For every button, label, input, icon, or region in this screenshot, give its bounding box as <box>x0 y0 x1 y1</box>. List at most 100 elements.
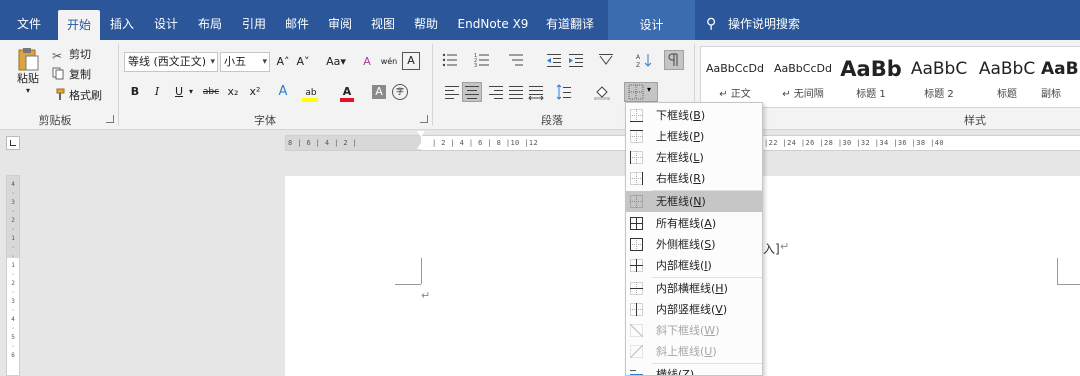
ruler-row: 8 | 6 | 4 | 2 | | 2 | 4 | 6 | 8 |10 |12 … <box>0 131 1080 155</box>
style-normal[interactable]: AaBbCcDd ↵ 正文 <box>701 47 769 109</box>
character-border-button[interactable]: A <box>402 52 420 70</box>
align-left-icon <box>445 86 459 99</box>
group-label-clipboard: 剪贴板 <box>38 114 72 127</box>
style-sample: AaBbC <box>910 59 968 79</box>
menu-item-tail: ) <box>699 151 704 164</box>
strikethrough-button[interactable]: abc <box>200 82 222 102</box>
tab-mailings[interactable]: 邮件 <box>279 8 315 40</box>
superscript-button[interactable]: x² <box>246 82 264 102</box>
borders-icon <box>628 84 644 100</box>
menu-item-right-border[interactable]: 右框线(R) <box>626 168 762 189</box>
sort-button[interactable]: AZ <box>636 52 652 69</box>
style-title[interactable]: AaBbC 标题 <box>973 47 1041 109</box>
inside-horizontal-border-icon <box>630 282 643 295</box>
align-left-button[interactable] <box>444 84 460 100</box>
shrink-font-button[interactable]: A˅ <box>294 52 312 72</box>
style-heading-1[interactable]: AaBb 标题 1 <box>837 47 905 109</box>
copy-button[interactable]: 复制 <box>52 66 91 84</box>
change-case-button[interactable]: Aa▾ <box>322 52 350 72</box>
pilcrow-icon <box>668 53 678 66</box>
tab-layout[interactable]: 布局 <box>192 8 228 40</box>
show-formatting-marks-button[interactable] <box>664 50 684 70</box>
tab-help[interactable]: 帮助 <box>408 8 444 40</box>
menu-item-all-borders[interactable]: 所有框线(A) <box>626 213 762 234</box>
style-subtitle[interactable]: AaB 副标 <box>1041 47 1080 109</box>
chevron-down-icon[interactable]: ▾ <box>186 82 196 102</box>
menu-item-text: 内部框线( <box>656 259 705 272</box>
menu-item-inside-horizontal-border[interactable]: 内部横框线(H) <box>626 278 762 299</box>
no-border-icon <box>630 195 643 208</box>
character-shading-button[interactable]: A <box>372 85 386 99</box>
style-name: 副标 <box>1041 89 1061 100</box>
vertical-ruler[interactable]: 4 · 3 · 2 · 1 · · 1 · 2 · 3 · 4 · 5 · 6 <box>6 175 20 376</box>
menu-item-inside-vertical-border[interactable]: 内部竖框线(V) <box>626 299 762 320</box>
paste-button[interactable]: 粘贴 ▾ <box>12 46 44 102</box>
tab-references[interactable]: 引用 <box>236 8 272 40</box>
font-color-button[interactable]: A <box>338 82 356 102</box>
dialog-launcher-icon[interactable] <box>420 115 428 123</box>
tab-selector[interactable] <box>6 136 20 150</box>
tab-design[interactable]: 设计 <box>148 8 184 40</box>
phonetic-guide-button[interactable]: wén <box>380 52 398 72</box>
align-right-button[interactable] <box>488 84 504 100</box>
menu-item-no-border[interactable]: 无框线(N) <box>626 191 762 212</box>
grow-font-button[interactable]: A˄ <box>274 52 292 72</box>
ruler-numbers-left: 8 | 6 | 4 | 2 | <box>288 139 358 147</box>
change-case-label: Aa <box>326 55 341 68</box>
tab-review[interactable]: 审阅 <box>322 8 358 40</box>
menu-item-outside-borders[interactable]: 外侧框线(S) <box>626 234 762 255</box>
style-sample: AaBb <box>840 57 902 81</box>
font-name-combo[interactable]: 等线 (西文正文) ▾ <box>124 52 218 72</box>
bullets-button[interactable] <box>442 52 458 68</box>
bold-button[interactable]: B <box>126 82 144 102</box>
enclose-characters-button[interactable]: 字 <box>392 84 408 100</box>
increase-indent-button[interactable] <box>568 52 584 68</box>
dialog-launcher-icon[interactable] <box>106 115 114 123</box>
align-center-button[interactable] <box>462 82 482 102</box>
tab-file[interactable]: 文件 <box>8 8 50 40</box>
line-spacing-button[interactable] <box>556 84 572 100</box>
tell-me-search[interactable]: ⚲ 操作说明搜索 <box>706 8 800 40</box>
cut-button[interactable]: ✂ 剪切 <box>52 46 91 64</box>
asian-layout-icon <box>599 54 613 65</box>
tab-insert[interactable]: 插入 <box>104 8 140 40</box>
menu-item-left-border[interactable]: 左框线(L) <box>626 147 762 168</box>
highlight-button[interactable]: ab <box>300 82 322 102</box>
menu-item-accel: W <box>704 324 716 337</box>
menu-item-label: 斜下框线(W) <box>656 320 719 341</box>
tab-view[interactable]: 视图 <box>365 8 401 40</box>
menu-item-horizontal-line[interactable]: 横线(Z) <box>626 364 762 375</box>
tab-endnote[interactable]: EndNote X9 <box>453 8 533 40</box>
menu-item-label: 所有框线(A) <box>656 213 716 234</box>
menu-item-inside-borders[interactable]: 内部框线(I) <box>626 255 762 276</box>
tab-youdao[interactable]: 有道翻译 <box>540 8 600 40</box>
tab-home[interactable]: 开始 <box>58 10 100 40</box>
tab-table-design[interactable]: 设计 <box>608 0 695 40</box>
menu-item-text: 外侧框线( <box>656 238 705 251</box>
style-heading-2[interactable]: AaBbC 标题 2 <box>905 47 973 109</box>
align-center-icon <box>465 86 479 99</box>
justify-button[interactable] <box>508 84 524 100</box>
menu-item-top-border[interactable]: 上框线(P) <box>626 126 762 147</box>
first-line-indent-marker[interactable] <box>417 131 425 137</box>
hanging-indent-marker[interactable] <box>417 143 425 149</box>
multilevel-list-button[interactable] <box>508 52 524 68</box>
menu-item-tail: ) <box>723 282 728 295</box>
chevron-down-icon: ▾ <box>262 57 267 67</box>
decrease-indent-button[interactable] <box>546 52 562 68</box>
clear-formatting-button[interactable]: A <box>358 52 376 72</box>
borders-button[interactable]: ▾ <box>624 82 658 102</box>
asian-layout-button[interactable] <box>598 52 614 68</box>
subscript-button[interactable]: x₂ <box>224 82 242 102</box>
font-size-combo[interactable]: 小五 ▾ <box>220 52 270 72</box>
font-color-swatch <box>340 98 354 102</box>
format-painter-button[interactable]: 格式刷 <box>52 87 102 105</box>
distributed-button[interactable] <box>528 84 544 101</box>
font-color-label: A <box>342 85 352 98</box>
text-effects-button[interactable]: A <box>274 82 292 102</box>
menu-item-bottom-border[interactable]: 下框线(B) <box>626 105 762 126</box>
italic-button[interactable]: I <box>148 82 166 102</box>
numbering-button[interactable]: 123 <box>474 52 490 69</box>
shading-button[interactable] <box>594 84 610 101</box>
style-no-spacing[interactable]: AaBbCcDd ↵ 无间隔 <box>769 47 837 109</box>
